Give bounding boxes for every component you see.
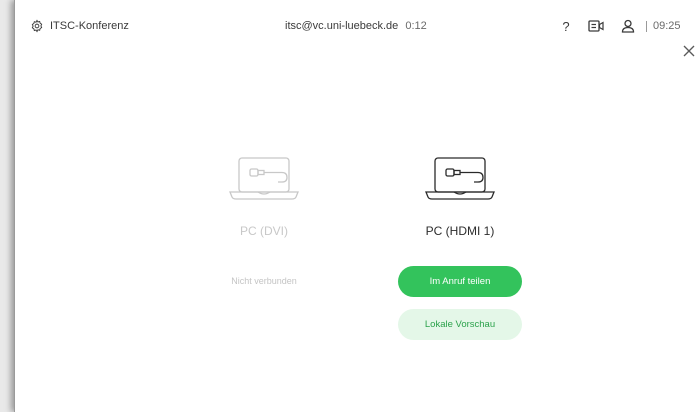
share-screen: ITSC-Konferenz itsc@vc.uni-luebeck.de 0:…	[14, 0, 700, 412]
help-button[interactable]: ?	[557, 17, 575, 35]
header-divider	[646, 21, 647, 32]
gear-icon	[31, 19, 43, 33]
call-address: itsc@vc.uni-luebeck.de	[285, 20, 399, 32]
call-info: itsc@vc.uni-luebeck.de 0:12	[285, 20, 427, 32]
top-bar: ITSC-Konferenz itsc@vc.uni-luebeck.de 0:…	[15, 0, 700, 40]
question-icon: ?	[562, 18, 570, 34]
source-pc-dvi: PC (DVI)	[204, 155, 324, 238]
connection-status: Nicht verbunden	[231, 276, 297, 286]
laptop-hdmi-icon	[229, 157, 299, 200]
source-pc-hdmi: PC (HDMI 1)	[390, 155, 530, 238]
local-preview-button[interactable]: Lokale Vorschau	[398, 309, 522, 340]
call-timer: 0:12	[405, 20, 427, 32]
camera-button[interactable]	[587, 17, 605, 35]
camera-icon	[588, 20, 604, 32]
clock: 09:25	[653, 20, 681, 32]
user-icon	[621, 19, 635, 33]
room-name: ITSC-Konferenz	[50, 20, 129, 32]
source-name: PC (HDMI 1)	[425, 224, 495, 238]
laptop-hdmi-icon	[425, 157, 495, 200]
settings-button[interactable]: ITSC-Konferenz	[30, 19, 129, 33]
user-button[interactable]	[619, 17, 637, 35]
source-name: PC (DVI)	[240, 224, 288, 238]
share-in-call-button[interactable]: Im Anruf teilen	[398, 266, 522, 297]
close-icon[interactable]	[682, 44, 696, 58]
